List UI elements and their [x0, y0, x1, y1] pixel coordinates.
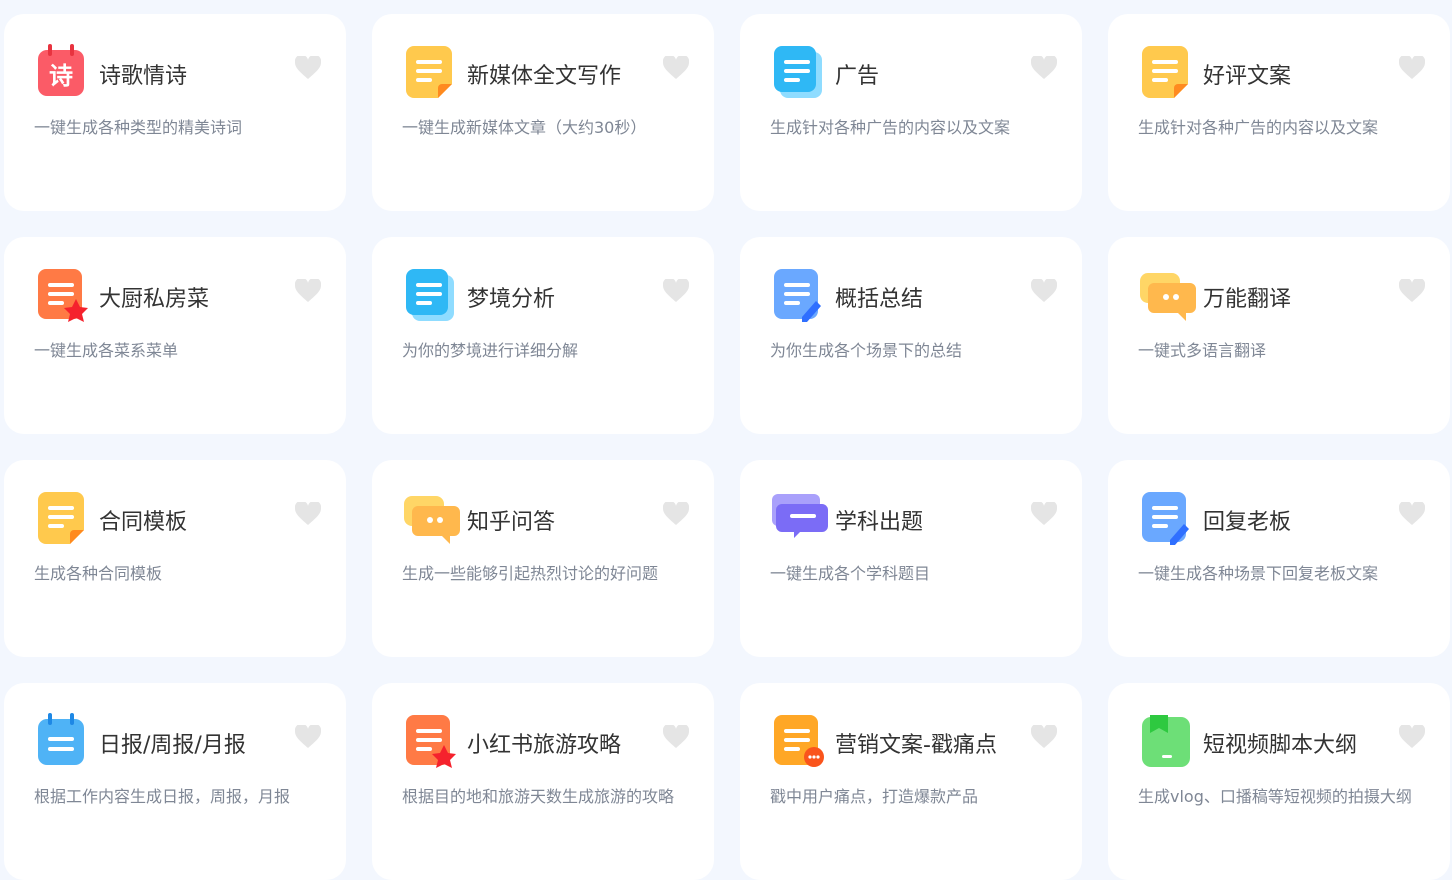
favorite-heart-icon[interactable] [1030, 277, 1058, 303]
document-icon [404, 44, 456, 100]
card-title: 诗歌情诗 [99, 64, 188, 89]
tool-card[interactable]: 学科出题 一键生成各个学科题目 [740, 460, 1082, 657]
card-description: 一键生成各种类型的精美诗词 [34, 118, 243, 137]
card-description: 一键生成各菜系菜单 [34, 341, 179, 360]
favorite-heart-icon[interactable] [662, 277, 690, 303]
favorite-heart-icon[interactable] [294, 723, 322, 749]
document-icon [36, 490, 88, 546]
tool-card[interactable]: 诗 诗歌情诗 一键生成各种类型的精美诗词 [4, 14, 346, 211]
document-pen-icon [1140, 490, 1192, 546]
tool-card[interactable]: 回复老板 一键生成各种场景下回复老板文案 [1108, 460, 1450, 657]
favorite-heart-icon[interactable] [294, 54, 322, 80]
card-title: 小红书旅游攻略 [467, 733, 622, 758]
card-title: 新媒体全文写作 [467, 64, 622, 89]
bookmark-box-icon [1140, 713, 1192, 769]
document-stack-icon [404, 267, 456, 323]
card-title: 日报/周报/月报 [99, 733, 246, 758]
tool-card[interactable]: 概括总结 为你生成各个场景下的总结 [740, 237, 1082, 434]
card-description: 一键生成新媒体文章（大约30秒） [402, 118, 647, 137]
card-description: 生成一些能够引起热烈讨论的好问题 [402, 564, 659, 583]
card-description: 生成针对各种广告的内容以及文案 [770, 118, 1011, 137]
card-description: 生成vlog、口播稿等短视频的拍摄大纲 [1138, 787, 1412, 806]
tool-card[interactable]: 日报/周报/月报 根据工作内容生成日报，周报，月报 [4, 683, 346, 880]
card-title: 梦境分析 [467, 287, 556, 312]
tool-card[interactable]: 小红书旅游攻略 根据目的地和旅游天数生成旅游的攻略 [372, 683, 714, 880]
card-title: 知乎问答 [467, 510, 556, 535]
card-title: 好评文案 [1203, 64, 1292, 89]
chat-bubble-icon [404, 490, 460, 546]
card-title: 短视频脚本大纲 [1203, 733, 1358, 758]
card-description: 为你的梦境进行详细分解 [402, 341, 579, 360]
chat-bubble-icon [1140, 267, 1196, 323]
card-description: 戳中用户痛点，打造爆款产品 [770, 787, 979, 806]
tool-card[interactable]: 营销文案-戳痛点 戳中用户痛点，打造爆款产品 [740, 683, 1082, 880]
card-title: 回复老板 [1203, 510, 1292, 535]
card-title: 万能翻译 [1203, 287, 1292, 312]
favorite-heart-icon[interactable] [1398, 723, 1426, 749]
favorite-heart-icon[interactable] [1030, 500, 1058, 526]
document-stack-icon [772, 44, 824, 100]
tool-card[interactable]: 广告 生成针对各种广告的内容以及文案 [740, 14, 1082, 211]
document-icon [1140, 44, 1192, 100]
card-title: 营销文案-戳痛点 [835, 733, 997, 758]
card-title: 广告 [835, 64, 880, 89]
card-description: 一键式多语言翻译 [1138, 341, 1267, 360]
tool-card[interactable]: 新媒体全文写作 一键生成新媒体文章（大约30秒） [372, 14, 714, 211]
tool-card[interactable]: 知乎问答 生成一些能够引起热烈讨论的好问题 [372, 460, 714, 657]
tool-card[interactable]: 短视频脚本大纲 生成vlog、口播稿等短视频的拍摄大纲 [1108, 683, 1450, 880]
calendar-icon [36, 713, 88, 769]
card-title: 合同模板 [99, 510, 188, 535]
favorite-heart-icon[interactable] [662, 54, 690, 80]
tool-card[interactable]: 好评文案 生成针对各种广告的内容以及文案 [1108, 14, 1450, 211]
favorite-heart-icon[interactable] [1398, 54, 1426, 80]
card-description: 生成针对各种广告的内容以及文案 [1138, 118, 1379, 137]
card-description: 生成各种合同模板 [34, 564, 163, 583]
document-star-icon [36, 267, 88, 323]
card-title: 学科出题 [835, 510, 924, 535]
chat-purple-icon [772, 490, 828, 546]
card-description: 根据工作内容生成日报，周报，月报 [34, 787, 291, 806]
favorite-heart-icon[interactable] [662, 723, 690, 749]
tool-card[interactable]: 万能翻译 一键式多语言翻译 [1108, 237, 1450, 434]
favorite-heart-icon[interactable] [1398, 500, 1426, 526]
favorite-heart-icon[interactable] [1030, 54, 1058, 80]
document-chat-icon [772, 713, 824, 769]
tool-card[interactable]: 合同模板 生成各种合同模板 [4, 460, 346, 657]
card-title: 概括总结 [835, 287, 924, 312]
tool-card[interactable]: 梦境分析 为你的梦境进行详细分解 [372, 237, 714, 434]
tool-card-grid: 诗 诗歌情诗 一键生成各种类型的精美诗词 新媒体全文写作 一键生成新媒体文章（大… [4, 14, 1450, 880]
card-description: 为你生成各个场景下的总结 [770, 341, 963, 360]
card-description: 一键生成各种场景下回复老板文案 [1138, 564, 1379, 583]
document-star-icon [404, 713, 456, 769]
favorite-heart-icon[interactable] [662, 500, 690, 526]
favorite-heart-icon[interactable] [294, 500, 322, 526]
poem-calendar-icon: 诗 [36, 44, 88, 100]
card-description: 一键生成各个学科题目 [770, 564, 931, 583]
favorite-heart-icon[interactable] [1398, 277, 1426, 303]
card-title: 大厨私房菜 [99, 287, 210, 312]
favorite-heart-icon[interactable] [294, 277, 322, 303]
tool-card[interactable]: 大厨私房菜 一键生成各菜系菜单 [4, 237, 346, 434]
card-description: 根据目的地和旅游天数生成旅游的攻略 [402, 787, 675, 806]
favorite-heart-icon[interactable] [1030, 723, 1058, 749]
document-pen-icon [772, 267, 824, 323]
svg-text:诗: 诗 [49, 62, 73, 90]
